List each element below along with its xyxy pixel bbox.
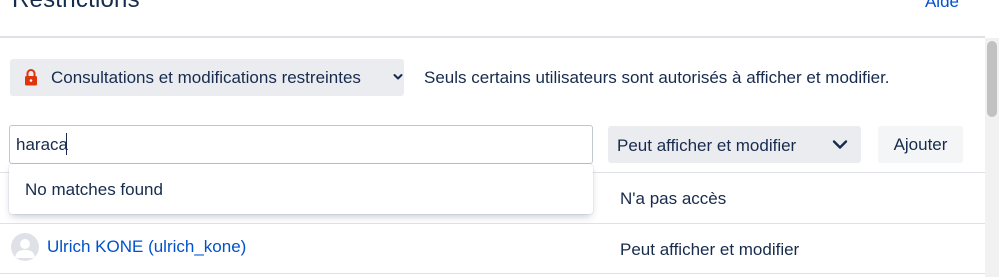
- no-matches-message: No matches found: [25, 180, 163, 199]
- avatar: [11, 233, 39, 261]
- scrollbar[interactable]: [985, 38, 999, 277]
- chevron-down-icon: [393, 74, 403, 80]
- restriction-type-select[interactable]: Consultations et modifications restreint…: [10, 59, 404, 96]
- search-results-dropdown: No matches found: [9, 164, 593, 214]
- restriction-description: Seuls certains utilisateurs sont autoris…: [424, 68, 890, 87]
- help-link[interactable]: Aide: [925, 0, 959, 12]
- permission-select-label: Peut afficher et modifier: [617, 136, 797, 155]
- scrollbar-thumb[interactable]: [987, 41, 997, 117]
- chevron-down-icon: [832, 140, 848, 149]
- user-name-link[interactable]: Ulrich KONE (ulrich_kone): [47, 237, 246, 257]
- row-permission: Peut afficher et modifier: [620, 240, 800, 259]
- dialog-header: Restrictions Aide: [0, 0, 985, 38]
- text-caret: [66, 133, 67, 155]
- add-button[interactable]: Ajouter: [878, 126, 963, 163]
- dialog-title: Restrictions: [12, 0, 140, 14]
- row-permission: N'a pas accès: [620, 189, 727, 208]
- row-divider: [0, 223, 985, 224]
- user-icon: [15, 239, 35, 258]
- user-search-input[interactable]: [9, 125, 593, 164]
- restriction-type-label: Consultations et modifications restreint…: [51, 68, 361, 87]
- permission-select[interactable]: Peut afficher et modifier: [608, 126, 861, 163]
- lock-icon: [25, 69, 37, 86]
- row-divider: [0, 273, 985, 274]
